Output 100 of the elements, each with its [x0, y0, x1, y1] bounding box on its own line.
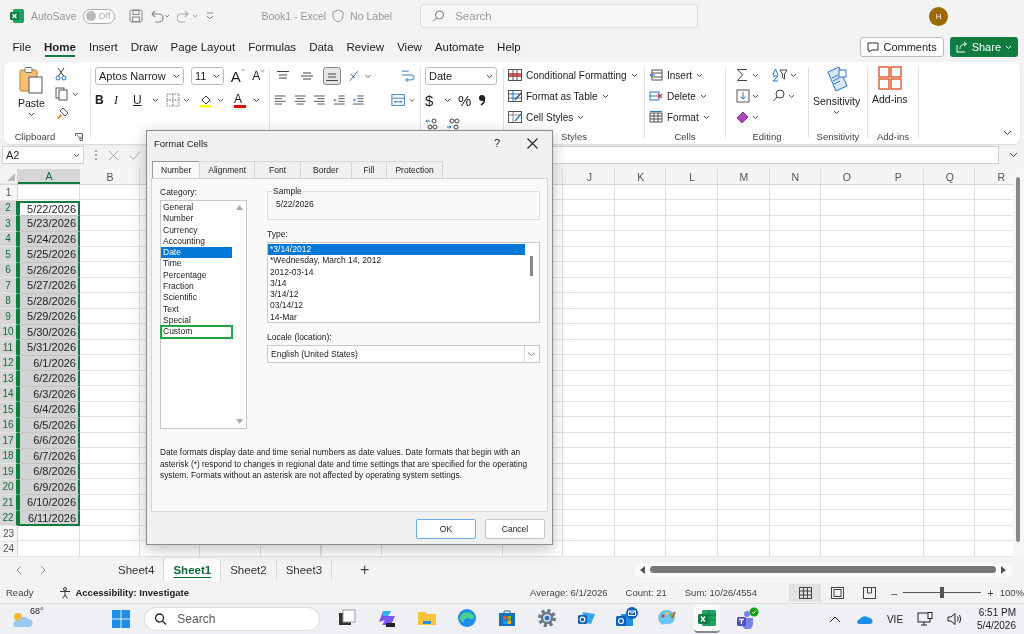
ok-button[interactable]: OK	[416, 519, 476, 539]
column-header[interactable]: J	[563, 169, 615, 184]
search-field[interactable]: Search	[420, 4, 699, 28]
category-item[interactable]: Time	[161, 258, 232, 270]
ribbon-tab[interactable]: File	[6, 36, 38, 58]
percent-button[interactable]: %	[458, 91, 472, 109]
dialog-tab[interactable]: Number	[152, 161, 201, 178]
category-item[interactable]: Text	[161, 303, 232, 315]
category-item[interactable]: Percentage	[161, 269, 232, 282]
column-header[interactable]: P	[872, 169, 924, 184]
column-header[interactable]: R	[975, 169, 1013, 184]
currency-button[interactable]: $	[425, 91, 437, 109]
cancel-button[interactable]: Cancel	[485, 519, 545, 539]
decrease-indent-icon[interactable]	[332, 94, 345, 106]
type-item[interactable]: 3/14/12	[268, 289, 525, 301]
search-icon[interactable]	[772, 89, 796, 103]
scroll-left-icon[interactable]	[640, 565, 646, 574]
category-item[interactable]: Number	[161, 213, 232, 225]
scissors-icon[interactable]	[54, 67, 67, 81]
chevron-up-icon[interactable]	[828, 615, 841, 623]
accessibility-icon[interactable]	[59, 586, 72, 599]
row-header[interactable]: 5	[0, 247, 18, 263]
row-header[interactable]: 1	[0, 185, 18, 201]
row-header[interactable]: 17	[0, 433, 18, 449]
zoom-level[interactable]: 100%	[999, 587, 1024, 598]
row-header[interactable]: 13	[0, 371, 18, 387]
fill-down-icon[interactable]	[736, 89, 760, 103]
insert-cells-button[interactable]: Insert	[649, 66, 721, 84]
comments-button[interactable]: Comments	[860, 37, 944, 57]
share-button[interactable]: Share	[949, 37, 1018, 57]
category-item[interactable]: Accounting	[161, 235, 232, 248]
bottom-align-button[interactable]	[323, 67, 341, 85]
type-item[interactable]: *Wednesday, March 14, 2012	[268, 255, 525, 267]
underline-button[interactable]: U	[133, 93, 145, 107]
type-item[interactable]: *3/14/2012	[268, 244, 525, 256]
sort-filter-icon[interactable]	[772, 68, 798, 82]
clock-date[interactable]: 5/4/2026	[977, 620, 1016, 631]
comma-style-icon[interactable]	[478, 94, 487, 106]
type-item[interactable]: 14-Mar	[268, 311, 525, 324]
align-right-icon[interactable]	[313, 94, 326, 106]
decrease-font-size-button[interactable]: A	[252, 69, 265, 83]
orientation-icon[interactable]	[347, 69, 373, 83]
category-item[interactable]: Currency	[161, 224, 232, 236]
format-as-table-button[interactable]: Format as Table	[508, 87, 640, 105]
increase-decimal-icon[interactable]	[425, 118, 439, 130]
language-indicator[interactable]: VIE	[886, 613, 904, 625]
type-list[interactable]: *3/14/2012 *Wednesday, March 14, 2012 2012-03-14 3/14 3/14/12 03/14/12 14-Mar	[267, 242, 540, 323]
monitor-icon[interactable]	[917, 612, 934, 626]
speaker-icon[interactable]	[947, 612, 964, 626]
ribbon-tab[interactable]: Insert	[82, 36, 125, 58]
ribbon-tab[interactable]: Review	[339, 36, 391, 58]
autosum-icon[interactable]	[736, 68, 760, 82]
category-item[interactable]: Fraction	[161, 281, 232, 293]
row-header[interactable]: 7	[0, 278, 18, 294]
category-item[interactable]: Custom	[161, 326, 232, 338]
checkmark-icon[interactable]	[129, 149, 141, 161]
user-avatar[interactable]: H	[929, 6, 949, 26]
column-header[interactable]: M	[718, 169, 770, 184]
clock-time[interactable]: 6:51 PM	[978, 607, 1016, 618]
taskbar-search-field[interactable]: Search	[144, 607, 321, 631]
category-item[interactable]: General	[161, 202, 232, 214]
format-cells-button[interactable]: Format	[649, 108, 721, 126]
sheet-tab[interactable]: Sheet3	[276, 558, 333, 581]
locale-dropdown[interactable]: English (United States)	[267, 345, 540, 363]
add-sheet-button[interactable]: +	[360, 560, 370, 579]
close-icon[interactable]	[527, 137, 538, 149]
type-item[interactable]: 03/14/12	[268, 300, 525, 312]
format-painter-icon[interactable]	[54, 107, 69, 121]
italic-button[interactable]: I	[114, 92, 126, 108]
increase-indent-icon[interactable]	[352, 94, 365, 106]
column-header[interactable]: K	[615, 169, 667, 184]
font-color-button[interactable]: A	[234, 92, 246, 108]
font-size-dropdown[interactable]: 11	[191, 67, 224, 85]
cloud-icon[interactable]	[854, 613, 873, 625]
ribbon-tab[interactable]: Home	[37, 36, 83, 58]
merge-center-icon[interactable]	[391, 93, 416, 107]
undo-icon[interactable]	[149, 9, 172, 23]
category-item[interactable]: Date	[161, 247, 232, 259]
horizontal-scrollbar[interactable]	[634, 562, 1012, 577]
row-header[interactable]: 11	[0, 340, 18, 356]
dialog-tab[interactable]: Alignment	[199, 161, 256, 178]
ribbon-tab[interactable]: Help	[490, 36, 528, 58]
column-header[interactable]: L	[666, 169, 718, 184]
wrap-text-icon[interactable]	[400, 68, 416, 84]
type-item[interactable]: 2012-03-14	[268, 266, 525, 278]
align-left-icon[interactable]	[274, 94, 287, 106]
ribbon-tab[interactable]: Draw	[124, 36, 165, 58]
ribbon-tab[interactable]: Formulas	[241, 36, 303, 58]
help-button[interactable]: ?	[493, 137, 500, 149]
scroll-right-icon[interactable]	[1000, 565, 1006, 574]
temperature-label[interactable]: 68°	[30, 606, 44, 616]
row-header[interactable]: 21	[0, 495, 18, 511]
column-header[interactable]: B	[80, 169, 140, 184]
column-header[interactable]: Q	[924, 169, 976, 184]
bold-button[interactable]: B	[95, 93, 107, 107]
align-center-icon[interactable]	[293, 94, 306, 106]
dialog-tab[interactable]: Protection	[386, 161, 443, 178]
customize-toolbar-icon[interactable]	[205, 11, 216, 21]
category-item[interactable]: Special	[161, 314, 232, 327]
category-list[interactable]: General Number Currency Accounting Date Time Percentage Fraction Scientific Text Special Custom	[160, 200, 247, 429]
